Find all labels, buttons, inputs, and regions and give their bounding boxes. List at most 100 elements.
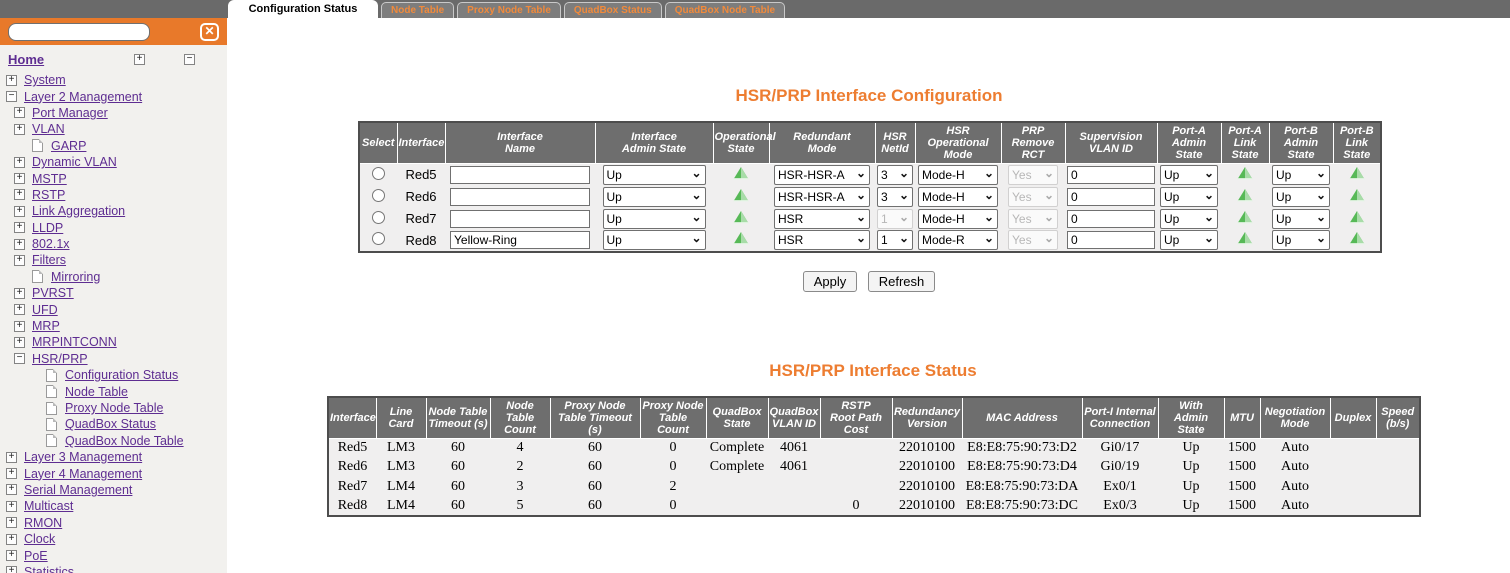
sidebar-link-serial-management[interactable]: Serial Management (24, 483, 132, 497)
prp-remove-rct-select-red6[interactable]: Yes (1008, 186, 1058, 207)
collapse-icon[interactable]: − (14, 353, 25, 365)
sidebar-link-port-manager[interactable]: Port Manager (32, 106, 108, 120)
expand-icon[interactable]: + (14, 123, 25, 135)
interface-name-input-red8[interactable] (450, 231, 590, 249)
admin-state-select-red7[interactable]: Up (602, 208, 706, 229)
sidebar-item-home[interactable]: Home (8, 52, 44, 67)
prp-remove-rct-select-red5[interactable]: Yes (1008, 164, 1058, 185)
expand-icon[interactable]: + (14, 320, 25, 332)
expand-icon[interactable]: + (14, 173, 25, 185)
sidebar-link-layer-2-management[interactable]: Layer 2 Management (24, 90, 142, 104)
sidebar-link-rstp[interactable]: RSTP (32, 188, 65, 202)
port-a-admin-select-red8[interactable]: Up (1160, 230, 1218, 250)
sidebar-link-layer-3-management[interactable]: Layer 3 Management (24, 450, 142, 464)
tab-node-table[interactable]: Node Table (381, 2, 455, 18)
expand-icon[interactable]: + (14, 304, 25, 316)
interface-name-input-red7[interactable] (450, 209, 590, 228)
sidebar-link-mrpintconn[interactable]: MRPINTCONN (32, 335, 117, 349)
collapse-icon[interactable]: − (6, 91, 17, 103)
expand-icon[interactable]: + (14, 222, 25, 234)
sidebar-link-dynamic-vlan[interactable]: Dynamic VLAN (32, 155, 117, 169)
sidebar-link-ufd[interactable]: UFD (32, 303, 58, 317)
expand-icon[interactable]: + (14, 107, 25, 119)
sidebar-link-hsr-prp[interactable]: HSR/PRP (32, 352, 88, 366)
hsr-netid-select-red5[interactable]: 3 (877, 164, 913, 185)
sidebar-link-node-table[interactable]: Node Table (65, 385, 128, 399)
sidebar-link-802-1x[interactable]: 802.1x (32, 237, 70, 251)
admin-state-select-red5[interactable]: Up (602, 164, 706, 185)
sidebar-link-pvrst[interactable]: PVRST (32, 286, 74, 300)
expand-icon[interactable]: + (6, 533, 17, 545)
supervision-vlan-input-red8[interactable] (1067, 231, 1155, 249)
hsr-op-mode-select-red8[interactable]: Mode-R (918, 230, 998, 250)
hsr-netid-select-red6[interactable]: 3 (877, 186, 913, 207)
search-input[interactable] (8, 22, 150, 41)
interface-name-input-red5[interactable] (450, 165, 590, 184)
expand-icon[interactable]: + (14, 189, 25, 201)
interface-name-input-red6[interactable] (450, 187, 590, 206)
select-radio-red7[interactable] (372, 210, 385, 224)
tab-quadbox-node-table[interactable]: QuadBox Node Table (664, 2, 786, 18)
select-radio-red5[interactable] (372, 166, 385, 180)
sidebar-link-lldp[interactable]: LLDP (32, 221, 63, 235)
tab-configuration-status[interactable]: Configuration Status (228, 0, 378, 18)
sidebar-link-configuration-status[interactable]: Configuration Status (65, 368, 178, 382)
expand-icon[interactable]: + (6, 451, 17, 463)
hsr-netid-select-red7[interactable]: 1 (877, 208, 913, 229)
hsr-netid-select-red8[interactable]: 1 (877, 230, 913, 250)
select-radio-red6[interactable] (372, 188, 385, 202)
sidebar-link-garp[interactable]: GARP (51, 139, 86, 153)
expand-icon[interactable]: + (6, 484, 17, 496)
sidebar-link-vlan[interactable]: VLAN (32, 122, 65, 136)
sidebar-link-mirroring[interactable]: Mirroring (51, 270, 100, 284)
sidebar-link-proxy-node-table[interactable]: Proxy Node Table (65, 401, 163, 415)
port-a-admin-select-red7[interactable]: Up (1160, 208, 1218, 229)
sidebar-link-rmon[interactable]: RMON (24, 516, 62, 530)
redundant-mode-select-red5[interactable]: HSR-HSR-A (774, 164, 870, 185)
sidebar-link-system[interactable]: System (24, 73, 66, 87)
port-b-admin-select-red7[interactable]: Up (1272, 208, 1330, 229)
expand-icon[interactable]: + (14, 238, 25, 250)
supervision-vlan-input-red5[interactable] (1067, 165, 1155, 184)
port-a-admin-select-red5[interactable]: Up (1160, 164, 1218, 185)
expand-icon[interactable]: + (6, 74, 17, 86)
apply-button[interactable]: Apply (802, 270, 858, 292)
sidebar-link-clock[interactable]: Clock (24, 532, 55, 546)
port-b-admin-select-red5[interactable]: Up (1272, 164, 1330, 185)
sidebar-link-statistics[interactable]: Statistics (24, 565, 74, 573)
sidebar-link-mstp[interactable]: MSTP (32, 172, 67, 186)
port-b-admin-select-red8[interactable]: Up (1272, 230, 1330, 250)
expand-icon[interactable]: + (14, 205, 25, 217)
expand-icon[interactable]: + (14, 287, 25, 299)
expand-icon[interactable]: + (6, 500, 17, 512)
prp-remove-rct-select-red8[interactable]: Yes (1008, 230, 1058, 250)
expand-icon[interactable]: + (6, 566, 17, 573)
sidebar-link-link-aggregation[interactable]: Link Aggregation (32, 204, 125, 218)
supervision-vlan-input-red6[interactable] (1067, 187, 1155, 206)
supervision-vlan-input-red7[interactable] (1067, 209, 1155, 228)
hsr-op-mode-select-red7[interactable]: Mode-H (918, 208, 998, 229)
sidebar-link-quadbox-status[interactable]: QuadBox Status (65, 417, 156, 431)
redundant-mode-select-red7[interactable]: HSR (774, 208, 870, 229)
prp-remove-rct-select-red7[interactable]: Yes (1008, 208, 1058, 229)
expand-icon[interactable]: + (6, 468, 17, 480)
expand-icon[interactable]: + (6, 550, 17, 562)
refresh-button[interactable]: Refresh (867, 270, 936, 292)
hsr-op-mode-select-red6[interactable]: Mode-H (918, 186, 998, 207)
sidebar-link-mrp[interactable]: MRP (32, 319, 60, 333)
admin-state-select-red6[interactable]: Up (602, 186, 706, 207)
hsr-op-mode-select-red5[interactable]: Mode-H (918, 164, 998, 185)
tab-proxy-node-table[interactable]: Proxy Node Table (457, 2, 561, 18)
collapse-all-icon[interactable]: − (184, 54, 195, 65)
expand-icon[interactable]: + (6, 517, 17, 529)
select-radio-red8[interactable] (372, 232, 385, 245)
port-a-admin-select-red6[interactable]: Up (1160, 186, 1218, 207)
sidebar-link-quadbox-node-table[interactable]: QuadBox Node Table (65, 434, 184, 448)
expand-icon[interactable]: + (14, 254, 25, 266)
sidebar-link-poe[interactable]: PoE (24, 549, 48, 563)
sidebar-link-filters[interactable]: Filters (32, 253, 66, 267)
close-icon[interactable]: ✕ (200, 22, 219, 41)
port-b-admin-select-red6[interactable]: Up (1272, 186, 1330, 207)
expand-icon[interactable]: + (14, 156, 25, 168)
admin-state-select-red8[interactable]: Up (602, 230, 706, 250)
